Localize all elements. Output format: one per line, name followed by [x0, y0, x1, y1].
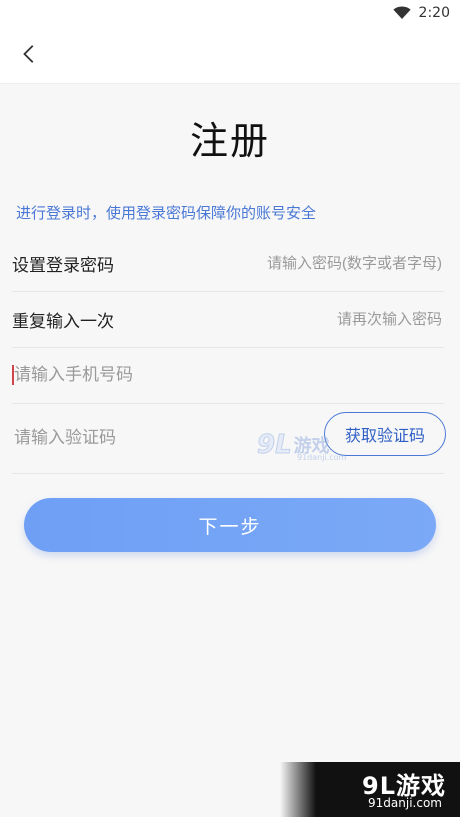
watermark-number: 9L: [257, 430, 293, 461]
status-icons: 2:20: [392, 3, 450, 23]
get-code-button[interactable]: 获取验证码: [324, 412, 446, 456]
password-label: 设置登录密码: [12, 255, 114, 276]
watermark-center: 9L 游戏 91danji.com: [257, 425, 347, 465]
watermark-corner: 9L游戏 91danji.com: [280, 762, 460, 817]
security-hint: 进行登录时，使用登录密码保障你的账号安全: [16, 204, 317, 222]
watermark-site: 91danji.com: [368, 796, 442, 810]
verification-row: 获取验证码: [12, 403, 446, 474]
page-title: 注册: [189, 119, 270, 163]
back-button[interactable]: [12, 36, 48, 72]
repeat-password-label: 重复输入一次: [12, 311, 114, 332]
verification-code-input[interactable]: [12, 427, 216, 449]
repeat-password-input[interactable]: [260, 309, 444, 329]
next-step-button[interactable]: 下一步: [24, 498, 436, 552]
password-input[interactable]: [230, 253, 444, 273]
phone-input[interactable]: [12, 364, 276, 386]
text-cursor: [12, 365, 14, 385]
repeat-password-row: 重复输入一次: [12, 291, 444, 348]
status-time: 2:20: [418, 5, 450, 21]
password-row: 设置登录密码: [12, 235, 444, 292]
top-nav: [0, 26, 460, 84]
watermark-url: 91danji.com: [297, 453, 347, 462]
status-bar: 2:20: [0, 0, 460, 26]
wifi-icon: [392, 6, 411, 19]
phone-row: [12, 347, 444, 404]
chevron-left-icon: [23, 45, 34, 63]
